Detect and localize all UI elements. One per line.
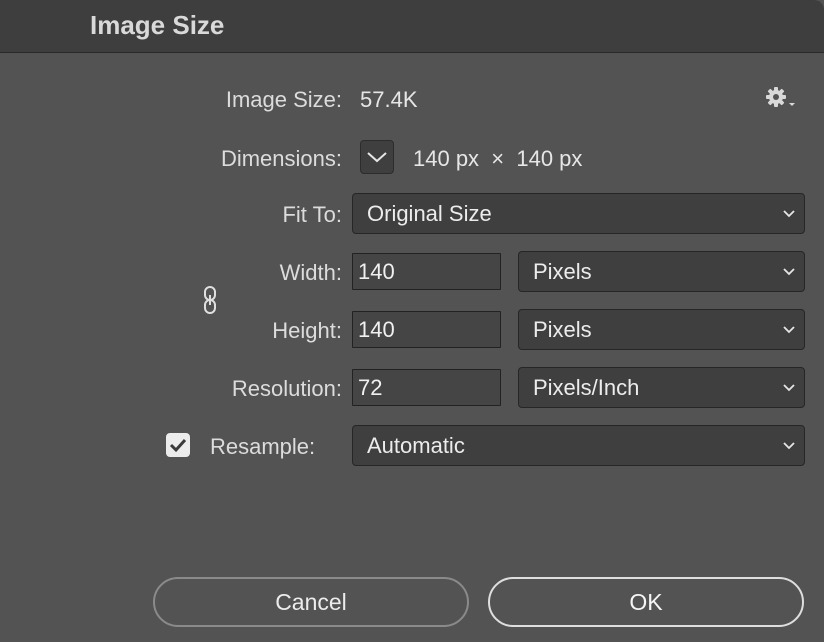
- height-input[interactable]: 140: [352, 311, 501, 348]
- image-size-value: 57.4K: [360, 87, 418, 113]
- height-label: Height:: [272, 318, 342, 344]
- gear-icon: [764, 84, 800, 112]
- resample-label: Resample:: [210, 434, 315, 460]
- dimensions-value: 140 px × 140 px: [413, 146, 582, 172]
- height-unit-value: Pixels: [533, 317, 592, 343]
- cancel-button[interactable]: Cancel: [153, 577, 469, 627]
- title-bar: Image Size: [0, 0, 824, 53]
- ok-button[interactable]: OK: [488, 577, 804, 627]
- width-input[interactable]: 140: [352, 253, 501, 290]
- checkmark-icon: [169, 437, 187, 453]
- resolution-input[interactable]: 72: [352, 369, 501, 406]
- dialog-title: Image Size: [90, 10, 224, 41]
- constrain-proportions-toggle[interactable]: [200, 284, 220, 316]
- link-icon: [202, 285, 218, 315]
- height-unit-select[interactable]: Pixels: [518, 309, 805, 350]
- chevron-down-icon: [782, 441, 796, 451]
- chevron-down-icon: [782, 209, 796, 219]
- chevron-down-icon: [782, 325, 796, 335]
- resample-checkbox[interactable]: [166, 433, 190, 457]
- width-unit-select[interactable]: Pixels: [518, 251, 805, 292]
- settings-gear-button[interactable]: [764, 84, 800, 112]
- fit-to-label: Fit To:: [282, 202, 342, 228]
- chevron-down-icon: [782, 267, 796, 277]
- resample-select[interactable]: Automatic: [352, 425, 805, 466]
- dimensions-label: Dimensions:: [221, 146, 342, 172]
- chevron-down-icon: [782, 383, 796, 393]
- resample-value: Automatic: [367, 433, 465, 459]
- dimensions-unit-toggle[interactable]: [360, 140, 394, 174]
- fit-to-value: Original Size: [367, 201, 492, 227]
- resolution-label: Resolution:: [232, 376, 342, 402]
- resolution-unit-select[interactable]: Pixels/Inch: [518, 367, 805, 408]
- chevron-down-icon: [366, 150, 388, 164]
- image-size-label: Image Size:: [226, 87, 342, 113]
- width-unit-value: Pixels: [533, 259, 592, 285]
- fit-to-select[interactable]: Original Size: [352, 193, 805, 234]
- resolution-unit-value: Pixels/Inch: [533, 375, 639, 401]
- width-label: Width:: [280, 260, 342, 286]
